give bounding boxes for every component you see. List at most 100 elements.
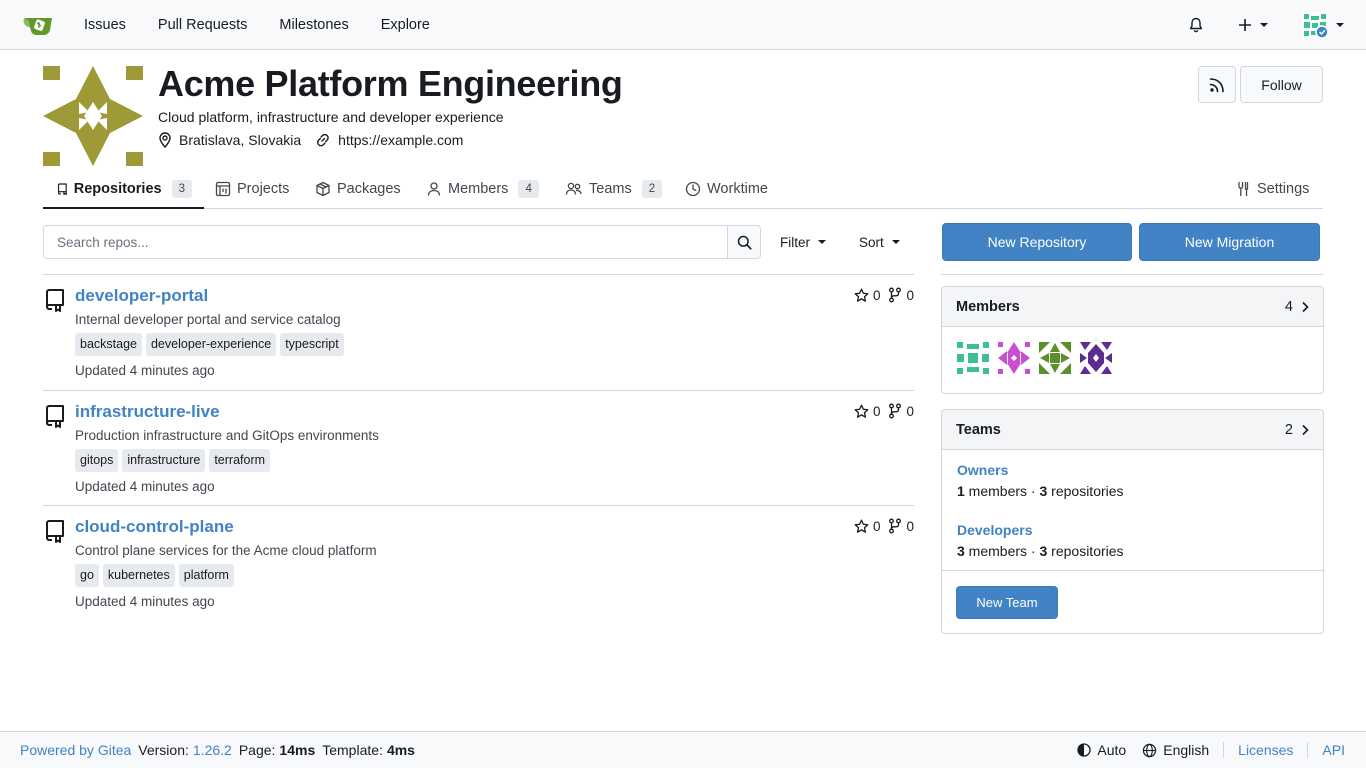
filter-dropdown[interactable]: Filter (780, 225, 826, 259)
new-repository-button[interactable]: New Repository (942, 223, 1132, 261)
globe-icon (1143, 743, 1157, 757)
tab-teams[interactable]: Teams 2 (565, 170, 663, 208)
repo-forks[interactable]: 0 (888, 403, 914, 419)
bell-icon (1189, 17, 1203, 33)
language-selector[interactable]: English (1142, 742, 1209, 758)
version-link[interactable]: 1.26.2 (193, 742, 232, 758)
tab-projects[interactable]: Projects (215, 170, 289, 208)
chevron-down-icon (818, 240, 826, 244)
fork-icon (889, 403, 902, 419)
user-avatar (1302, 12, 1328, 38)
topic-tag[interactable]: go (75, 564, 99, 587)
team-name-link[interactable]: Owners (957, 462, 1308, 478)
topic-tag[interactable]: terraform (209, 449, 271, 472)
powered-by-link[interactable]: Powered by Gitea (20, 742, 131, 758)
template-time: 4ms (386, 742, 415, 758)
members-panel-title: Members (956, 298, 1020, 315)
topic-tag[interactable]: developer-experience (145, 333, 277, 356)
org-website[interactable]: https://example.com (315, 132, 463, 148)
tab-packages[interactable]: Packages (315, 170, 401, 208)
tab-label: Projects (237, 181, 290, 197)
tab-members[interactable]: Members 4 (426, 170, 539, 208)
team-member-count: 1 (957, 483, 965, 499)
members-count: 4 (1285, 299, 1309, 315)
notifications-button[interactable] (1176, 0, 1216, 50)
topic-tag[interactable]: kubernetes (102, 564, 175, 587)
repo-stars[interactable]: 0 (854, 404, 880, 419)
members-panel: Members 4 (941, 286, 1324, 394)
api-link[interactable]: API (1322, 742, 1345, 758)
org-tabs: Repositories 3 Projects Packages Members… (43, 170, 1323, 209)
rss-feed-button[interactable] (1198, 66, 1236, 103)
member-avatar[interactable] (1038, 341, 1072, 375)
location-icon (159, 132, 171, 148)
fork-icon (889, 518, 902, 534)
person-icon (427, 182, 441, 196)
teams-count-value: 2 (1284, 421, 1293, 438)
nav-explore[interactable]: Explore (365, 0, 446, 50)
teams-panel-header[interactable]: Teams 2 (942, 410, 1323, 450)
star-icon (854, 288, 869, 302)
tab-label: Worktime (707, 181, 768, 197)
theme-selector[interactable]: Auto (1077, 742, 1126, 758)
team-item: Developers 3 members · 3 repositories (942, 510, 1323, 570)
tab-label: Packages (337, 181, 401, 197)
repo-stats: 0 0 (846, 403, 914, 419)
nav-milestones[interactable]: Milestones (263, 0, 364, 50)
topic-tag[interactable]: backstage (75, 333, 142, 356)
link-icon (317, 133, 329, 147)
nav-issues[interactable]: Issues (68, 0, 142, 50)
new-migration-button[interactable]: New Migration (1139, 223, 1320, 261)
tab-label: Settings (1257, 181, 1310, 197)
sort-dropdown[interactable]: Sort (859, 225, 900, 259)
topic-tag[interactable]: typescript (280, 333, 344, 356)
search-button[interactable] (727, 226, 760, 258)
footer-right: Auto English Licenses API (1063, 742, 1345, 758)
members-panel-header[interactable]: Members 4 (942, 287, 1323, 327)
team-name-link[interactable]: Developers (957, 522, 1308, 538)
footer-left: Powered by Gitea Version: 1.26.2 Page: 1… (20, 742, 415, 758)
follow-button[interactable]: Follow (1240, 66, 1323, 103)
fork-count: 0 (906, 403, 914, 419)
tab-repositories[interactable]: Repositories 3 (43, 170, 204, 209)
member-avatar[interactable] (997, 341, 1031, 375)
repo-stars[interactable]: 0 (854, 518, 881, 534)
topic-tag[interactable]: platform (178, 564, 234, 587)
gitea-logo-icon[interactable] (22, 12, 54, 38)
team-info: 3 members · 3 repositories (957, 543, 1308, 559)
filter-label: Filter (780, 234, 810, 250)
star-count: 0 (872, 287, 881, 303)
user-menu-button[interactable] (1290, 0, 1346, 50)
star-count: 0 (872, 518, 881, 534)
org-website-link[interactable]: https://example.com (338, 132, 463, 148)
page-footer: Powered by Gitea Version: 1.26.2 Page: 1… (0, 731, 1366, 768)
org-name: Acme Platform Engineering (158, 63, 623, 104)
tab-worktime[interactable]: Worktime (685, 170, 768, 208)
nav-pull-requests[interactable]: Pull Requests (142, 0, 263, 50)
new-team-button[interactable]: New Team (956, 586, 1058, 619)
repo-icon (57, 182, 67, 195)
divider (1223, 742, 1225, 758)
repo-forks[interactable]: 0 (888, 518, 914, 534)
team-item: Owners 1 members · 3 repositories (942, 450, 1323, 510)
org-location-text: Bratislava, Slovakia (179, 132, 302, 148)
licenses-link[interactable]: Licenses (1238, 742, 1293, 758)
org-description: Cloud platform, infrastructure and devel… (158, 109, 504, 125)
topic-tag[interactable]: infrastructure (122, 449, 206, 472)
repo-name-link[interactable]: developer-portal (75, 286, 208, 306)
team-info: 1 members · 3 repositories (957, 483, 1308, 499)
theme-label: Auto (1097, 742, 1127, 758)
repo-forks[interactable]: 0 (888, 287, 914, 303)
page-time-label: Page: (238, 742, 276, 758)
member-avatar[interactable] (1079, 341, 1113, 375)
tab-settings[interactable]: Settings (1235, 170, 1309, 208)
member-avatar[interactable] (956, 341, 990, 375)
repo-name-link[interactable]: cloud-control-plane (75, 517, 234, 537)
tab-label: Teams (589, 181, 632, 197)
topic-tag[interactable]: gitops (75, 449, 119, 472)
create-menu-button[interactable] (1226, 0, 1280, 50)
search-input[interactable] (44, 226, 727, 258)
repo-name-link[interactable]: infrastructure-live (75, 402, 220, 422)
repo-stars[interactable]: 0 (854, 287, 881, 303)
repo-topics: go kubernetes platform (75, 564, 238, 587)
